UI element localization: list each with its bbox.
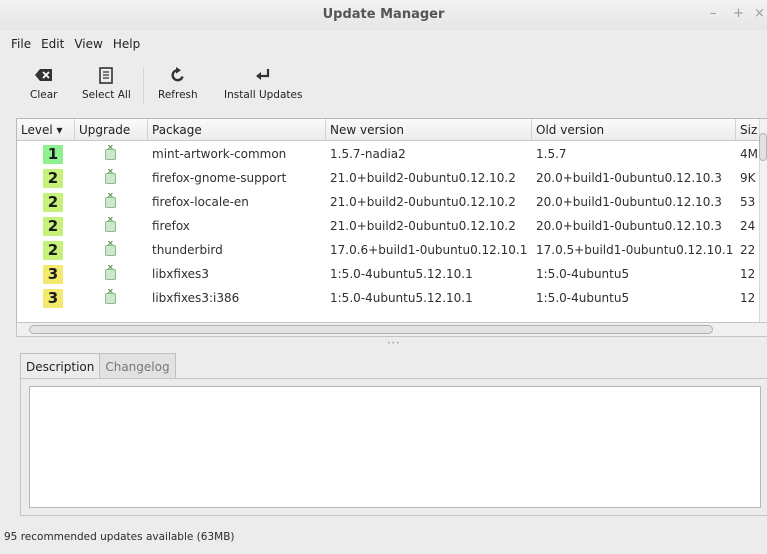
status-text: 95 recommended updates available (63MB) (4, 531, 235, 543)
column-new-version[interactable]: New version (326, 119, 532, 141)
new-version-cell: 21.0+build2-0ubuntu0.12.10.2 (330, 171, 516, 185)
list-icon (99, 64, 114, 86)
old-version-cell: 17.0.5+build1-0ubuntu0.12.10.1 (536, 243, 734, 257)
column-upgrade[interactable]: Upgrade (75, 119, 148, 141)
refresh-button[interactable]: Refresh (158, 64, 198, 101)
vertical-scroll-thumb[interactable] (759, 133, 767, 161)
package-cell: firefox-locale-en (152, 195, 249, 209)
menu-view[interactable]: View (69, 37, 107, 55)
table-row[interactable]: 3 libxfixes3 1:5.0-4ubuntu5.12.10.1 1:5.0-4… (17, 262, 762, 286)
install-updates-button[interactable]: Install Updates (224, 64, 302, 101)
upgrade-checkbox[interactable] (105, 263, 116, 280)
package-cell: mint-artwork-common (152, 147, 287, 161)
package-cell: thunderbird (152, 243, 223, 257)
old-version-cell: 1:5.0-4ubuntu5 (536, 267, 630, 281)
new-version-cell: 17.0.6+build1-0ubuntu0.12.10.1 (330, 243, 528, 257)
old-version-cell: 20.0+build1-0ubuntu0.12.10.3 (536, 195, 722, 209)
upgrade-checkbox[interactable] (105, 215, 116, 232)
upgrade-checkbox[interactable] (105, 143, 116, 160)
level-badge: 3 (43, 289, 63, 308)
package-cell: firefox (152, 219, 190, 233)
new-version-cell: 21.0+build2-0ubuntu0.12.10.2 (330, 195, 516, 209)
menu-bar: File Edit View Help (6, 37, 145, 55)
details-tabs: Description Changelog (20, 353, 176, 380)
old-version-cell: 1:5.0-4ubuntu5 (536, 291, 630, 305)
maximize-icon[interactable]: + (733, 6, 744, 21)
window-title: Update Manager (322, 7, 445, 22)
table-row[interactable]: 2 thunderbird 17.0.6+build1-0ubuntu0.12.10… (17, 238, 762, 262)
package-cell: libxfixes3:i386 (152, 291, 240, 305)
menu-file[interactable]: File (6, 37, 36, 55)
upgrade-checkbox[interactable] (105, 167, 116, 184)
menu-help[interactable]: Help (108, 37, 145, 55)
toolbar-separator (143, 68, 144, 104)
upgrade-checkbox[interactable] (105, 287, 116, 304)
horizontal-scrollbar[interactable] (16, 322, 767, 337)
toolbar: Clear Select All Refresh Install Updates (0, 58, 767, 110)
updates-list[interactable]: Level ▾ Upgrade Package New version Old … (16, 118, 767, 332)
package-cell: libxfixes3 (152, 267, 209, 281)
table-row[interactable]: 2 firefox-locale-en 21.0+build2-0ubuntu0.1… (17, 190, 762, 214)
clear-label: Clear (30, 89, 58, 101)
old-version-cell: 20.0+build1-0ubuntu0.12.10.3 (536, 219, 722, 233)
package-cell: firefox-gnome-support (152, 171, 287, 185)
column-old-version[interactable]: Old version (532, 119, 736, 141)
upgrade-checkbox[interactable] (105, 191, 116, 208)
vertical-scrollbar[interactable] (759, 119, 767, 331)
column-level[interactable]: Level ▾ (17, 119, 75, 141)
details-panel (20, 378, 767, 516)
clear-button[interactable]: Clear (30, 64, 57, 101)
refresh-icon (170, 64, 186, 86)
level-badge: 2 (43, 217, 63, 236)
new-version-cell: 1:5.0-4ubuntu5.12.10.1 (330, 291, 473, 305)
level-badge: 3 (43, 265, 63, 284)
minimize-icon[interactable]: – (710, 6, 717, 21)
menu-edit[interactable]: Edit (36, 37, 69, 55)
level-badge: 1 (43, 145, 63, 164)
new-version-cell: 21.0+build2-0ubuntu0.12.10.2 (330, 219, 516, 233)
upgrade-checkbox[interactable] (105, 239, 116, 256)
table-row[interactable]: 2 firefox 21.0+build2-0ubuntu0.12.10.2 20.0… (17, 214, 762, 238)
select-all-label: Select All (82, 89, 131, 101)
tab-changelog[interactable]: Changelog (99, 353, 176, 379)
enter-arrow-icon (255, 64, 271, 86)
horizontal-scroll-thumb[interactable] (29, 325, 713, 334)
new-version-cell: 1:5.0-4ubuntu5.12.10.1 (330, 267, 473, 281)
table-row[interactable]: 1mint-artwork-common1.5.7-nadia21.5.74M (17, 142, 762, 166)
description-text-area[interactable] (29, 386, 761, 508)
title-bar: Update Manager – + × (0, 0, 767, 30)
table-row[interactable]: 2 firefox-gnome-support 21.0+build2-0ubunt… (17, 166, 762, 190)
column-package[interactable]: Package (148, 119, 326, 141)
tab-description[interactable]: Description (20, 353, 101, 380)
level-badge: 2 (43, 241, 63, 260)
table-header: Level ▾ Upgrade Package New version Old … (17, 119, 762, 141)
level-badge: 2 (43, 193, 63, 212)
pane-resize-grip[interactable]: ••• (387, 340, 401, 347)
old-version-cell: 1.5.7 (536, 147, 567, 161)
new-version-cell: 1.5.7-nadia2 (330, 147, 406, 161)
table-row[interactable]: 3 libxfixes3:i386 1:5.0-4ubuntu5.12.10.1 1:… (17, 286, 762, 310)
refresh-label: Refresh (158, 89, 198, 101)
level-badge: 2 (43, 169, 63, 188)
close-icon[interactable]: × (754, 6, 765, 21)
backspace-icon (34, 64, 53, 86)
select-all-button[interactable]: Select All (82, 64, 131, 101)
install-updates-label: Install Updates (224, 89, 303, 101)
old-version-cell: 20.0+build1-0ubuntu0.12.10.3 (536, 171, 722, 185)
